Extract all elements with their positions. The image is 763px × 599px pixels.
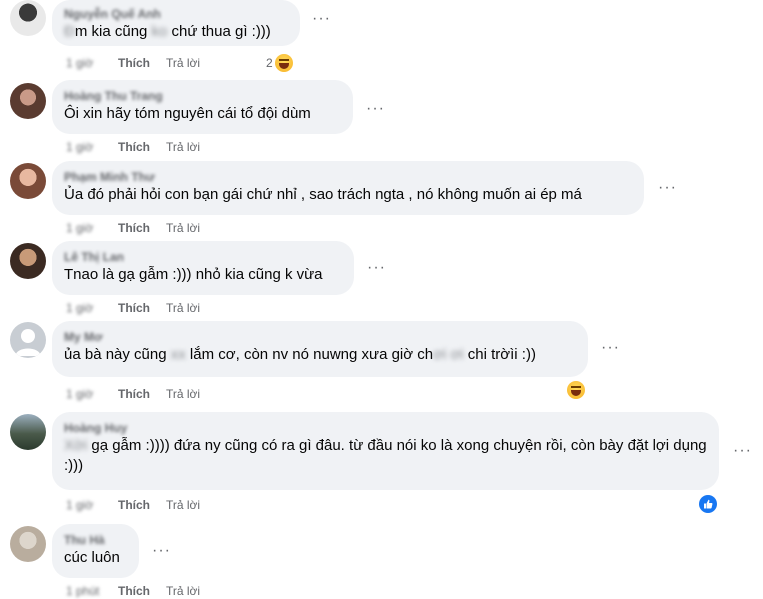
comment-text-segment: chi trờìi :)) (463, 346, 536, 363)
comment-actions: 1 giờ Thích Trả lời (66, 497, 200, 513)
like-button[interactable]: Thích (118, 301, 150, 315)
comment-author[interactable]: Hoàng Huy (64, 421, 707, 436)
comment-bubble: Lê Thị Lan Tnao là gạ gẫm :))) nhỏ kia c… (52, 241, 354, 295)
avatar[interactable] (10, 163, 46, 199)
redacted-text: Đ (64, 23, 75, 40)
haha-reaction-icon (274, 54, 293, 72)
more-options-icon[interactable]: ··· (658, 180, 677, 196)
comment-bubble: Hoàng Thu Trang Ôi xin hãy tóm nguyên cá… (52, 80, 353, 134)
comment-text: Tnao là gạ gẫm :))) nhỏ kia cũng k vừa (64, 265, 342, 285)
avatar[interactable] (10, 526, 46, 562)
comment-author[interactable]: Phạm Minh Thư (64, 170, 632, 185)
comment-text-segment: Ôi xin hãy tóm nguyên cái tổ đội dùm (64, 105, 311, 122)
more-options-icon[interactable]: ··· (366, 101, 385, 117)
comment-time[interactable]: 1 giờ (66, 497, 106, 513)
comment-text: Ủa đó phải hỏi con bạn gái chứ nhỉ , sao… (64, 185, 632, 205)
avatar[interactable] (10, 414, 46, 450)
comment-author[interactable]: Thu Hà (64, 533, 127, 548)
comment-author[interactable]: Nguyễn Quế Anh (64, 7, 288, 22)
comment-text-segment: Ủa đó phải hỏi con bạn gái chứ nhỉ , sao… (64, 186, 582, 203)
comment-bubble: Nguyễn Quế Anh Đm kia cũng ko chứ thua g… (52, 0, 300, 46)
haha-reaction-icon (567, 381, 585, 399)
comment-text: Xời gạ gẫm :)))) đứa ny cũng có ra gì đâ… (64, 436, 707, 476)
comment-text-segment: gạ gẫm :)))) đứa ny cũng có ra gì đâu. t… (64, 437, 711, 474)
comment-text-segment: lắm cơ, còn nv nó nuwng xưa giờ ch (185, 346, 434, 363)
redacted-text: Xời (64, 437, 88, 454)
comment-bubble: Thu Hà cúc luôn (52, 524, 139, 578)
like-button[interactable]: Thích (118, 584, 150, 598)
avatar[interactable] (10, 0, 46, 36)
comment-actions: 1 giờ Thích Trả lời (66, 300, 200, 316)
comment-text: Ôi xin hãy tóm nguyên cái tổ đội dùm (64, 104, 341, 124)
comment-author[interactable]: My Mơ (64, 330, 576, 345)
reply-button[interactable]: Trả lời (166, 140, 200, 154)
reply-button[interactable]: Trả lời (166, 301, 200, 315)
more-options-icon[interactable]: ··· (152, 543, 171, 559)
reaction-summary[interactable]: 2 (266, 54, 293, 72)
reply-button[interactable]: Trả lời (166, 584, 200, 598)
more-options-icon[interactable]: ··· (312, 11, 331, 27)
comment-time[interactable]: 1 giờ (66, 386, 106, 402)
comment-actions: 1 giờ Thích Trả lời (66, 220, 200, 236)
comment-time[interactable]: 1 giờ (66, 220, 106, 236)
comment-text-segment: cúc luôn (64, 549, 120, 566)
reaction-summary[interactable] (567, 381, 585, 399)
comment-time[interactable]: 1 giờ (66, 55, 106, 71)
comment-author[interactable]: Hoàng Thu Trang (64, 89, 341, 104)
comment-bubble: My Mơ ủa bà này cũng xx lắm cơ, còn nv n… (52, 321, 588, 377)
like-button[interactable]: Thích (118, 387, 150, 401)
redacted-text: xx (170, 346, 186, 363)
comment-time[interactable]: 1 giờ (66, 300, 106, 316)
avatar[interactable] (10, 83, 46, 119)
comment-actions: 1 giờ Thích Trả lời (66, 386, 200, 402)
avatar[interactable] (10, 322, 46, 358)
redacted-text: ko (151, 23, 168, 40)
comment-text-segment: chứ thua gì :))) (167, 23, 271, 40)
comment-text-segment: ủa bà này cũng (64, 346, 171, 363)
reply-button[interactable]: Trả lời (166, 221, 200, 235)
comment-text: Đm kia cũng ko chứ thua gì :))) (64, 22, 288, 42)
default-avatar-icon (15, 329, 41, 356)
comment-bubble: Phạm Minh Thư Ủa đó phải hỏi con bạn gái… (52, 161, 644, 215)
more-options-icon[interactable]: ··· (367, 260, 386, 276)
comment-text-segment: Tnao là gạ gẫm :))) nhỏ kia cũng k vừa (64, 266, 323, 283)
more-options-icon[interactable]: ··· (733, 443, 752, 459)
comment-bubble: Hoàng Huy Xời gạ gẫm :)))) đứa ny cũng c… (52, 412, 719, 490)
comment-text: cúc luôn (64, 548, 127, 568)
more-options-icon[interactable]: ··· (601, 340, 620, 356)
reply-button[interactable]: Trả lời (166, 56, 200, 70)
like-button[interactable]: Thích (118, 56, 150, 70)
comment-author[interactable]: Lê Thị Lan (64, 250, 342, 265)
like-button[interactable]: Thích (118, 140, 150, 154)
redacted-text: ơi ơi (433, 346, 464, 363)
comment-text: ủa bà này cũng xx lắm cơ, còn nv nó nuwn… (64, 345, 576, 365)
reaction-count: 2 (266, 56, 273, 70)
comment-time[interactable]: 1 giờ (66, 139, 106, 155)
reply-button[interactable]: Trả lời (166, 498, 200, 512)
comment-text-segment: m kia cũng (74, 23, 152, 40)
like-reaction-icon (699, 495, 717, 513)
reply-button[interactable]: Trả lời (166, 387, 200, 401)
like-button[interactable]: Thích (118, 498, 150, 512)
like-button[interactable]: Thích (118, 221, 150, 235)
reaction-summary[interactable] (699, 495, 717, 513)
comment-actions: 1 giờ Thích Trả lời (66, 139, 200, 155)
comment-actions: 1 giờ Thích Trả lời (66, 55, 200, 71)
avatar[interactable] (10, 243, 46, 279)
